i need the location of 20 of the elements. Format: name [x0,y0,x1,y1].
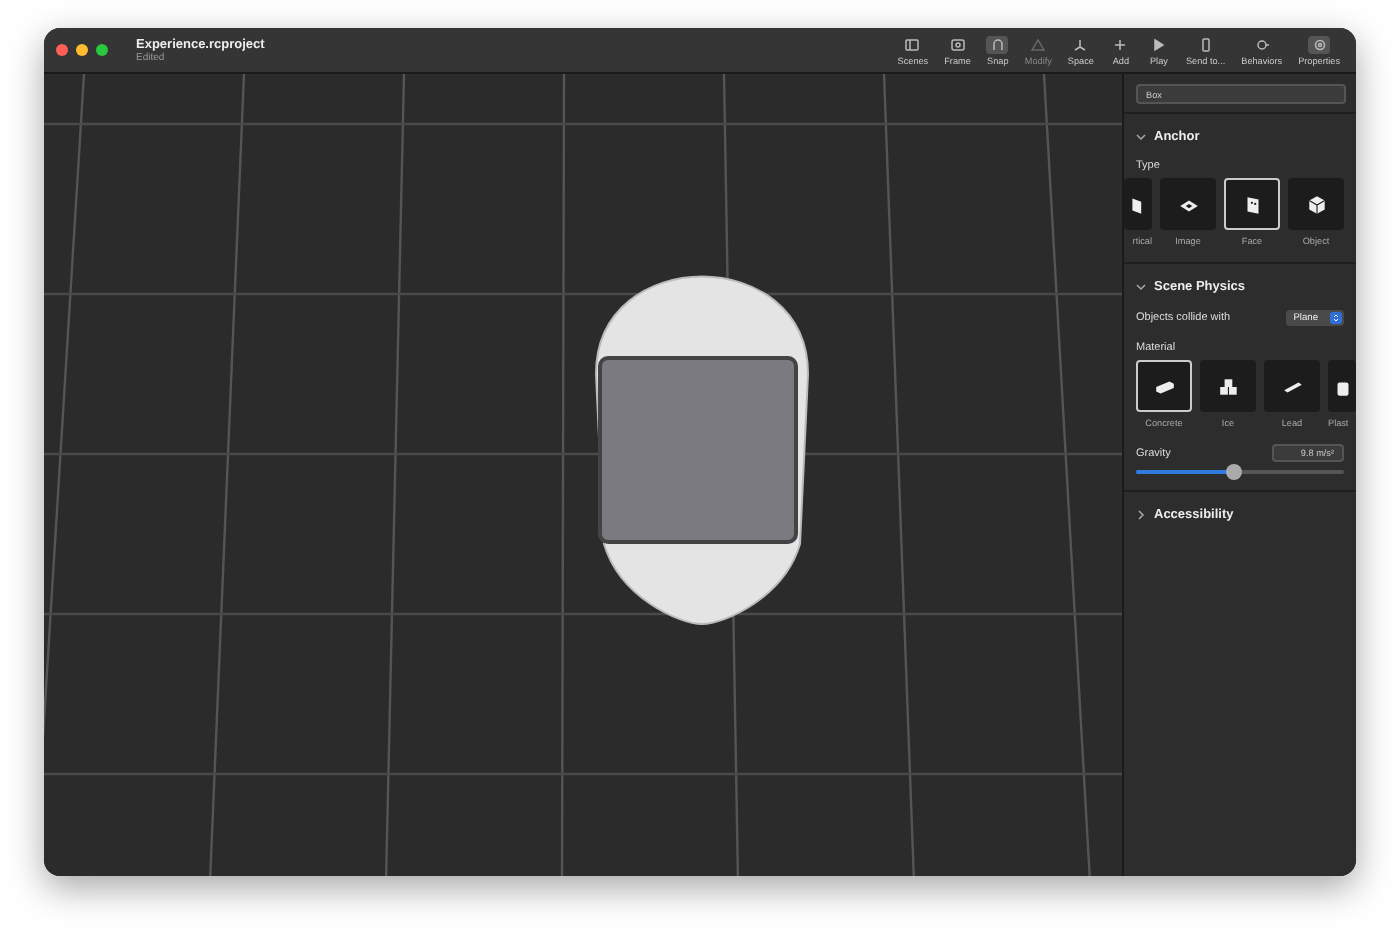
close-button[interactable] [56,44,68,56]
frame-icon [949,37,966,51]
plus-icon [1112,37,1129,51]
behaviors-icon [1253,37,1270,51]
stepper-icon [1332,314,1340,322]
play-icon [1150,37,1167,51]
magnet-icon [989,37,1006,51]
sidebar-icon [904,37,921,51]
axes-icon [1072,37,1089,51]
minimize-button[interactable] [76,44,88,56]
cube-icon [1305,193,1327,215]
chevron-icon [1136,510,1146,520]
zoom-button[interactable] [96,44,108,56]
phone-icon [1197,37,1214,51]
chevron-icon [1136,132,1146,142]
chevron-icon [1136,282,1146,292]
ice-cubes-icon [1217,375,1239,397]
settings-icon [1311,37,1328,51]
slider-thumb[interactable] [1225,464,1242,480]
triangle-icon [1030,37,1047,51]
